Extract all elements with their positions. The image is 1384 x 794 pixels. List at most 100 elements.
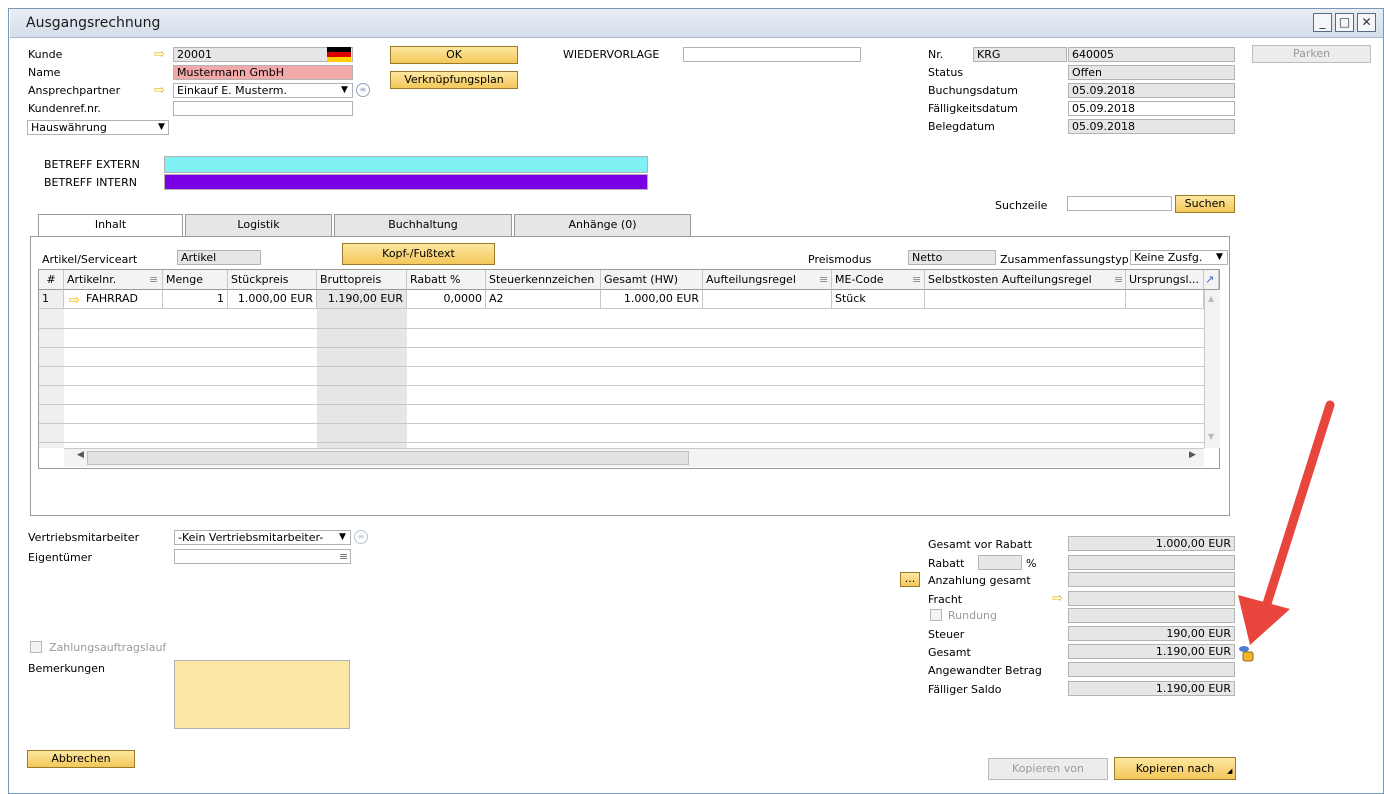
link-arrow-icon[interactable]: ⇨ bbox=[1052, 592, 1063, 605]
bemerkungen-field[interactable] bbox=[174, 660, 350, 729]
table-cell[interactable]: Stück bbox=[832, 290, 925, 309]
table-cell[interactable] bbox=[1126, 290, 1204, 309]
tab-logistik[interactable]: Logistik bbox=[185, 214, 332, 236]
table-cell[interactable]: 1.190,00 EUR bbox=[317, 290, 407, 309]
list-icon[interactable]: ≡ bbox=[356, 83, 370, 97]
zahlungsauftragslauf-checkbox[interactable] bbox=[30, 641, 42, 653]
scroll-down-icon[interactable]: ▼ bbox=[1208, 432, 1214, 441]
suchen-button[interactable]: Suchen bbox=[1175, 195, 1235, 213]
scroll-up-icon[interactable]: ▲ bbox=[1208, 294, 1214, 303]
tab-buchhaltung[interactable]: Buchhaltung bbox=[334, 214, 512, 236]
table-cell[interactable]: 0,0000 bbox=[407, 290, 486, 309]
eigentuemer-field[interactable] bbox=[174, 549, 351, 564]
column-menu-icon[interactable]: ≡ bbox=[912, 273, 921, 286]
scroll-left-icon[interactable]: ◀ bbox=[77, 450, 84, 460]
kopf-fusstext-button[interactable]: Kopf-/Fußtext bbox=[342, 243, 495, 265]
dropdown-corner-icon[interactable]: ◢ bbox=[1227, 767, 1232, 775]
maximize-button[interactable]: □ bbox=[1335, 13, 1354, 32]
chevron-down-icon[interactable]: ▼ bbox=[1216, 252, 1223, 262]
steuer-label: Steuer bbox=[928, 628, 965, 641]
col-header[interactable]: Menge bbox=[163, 270, 228, 290]
betreff-extern-field[interactable] bbox=[164, 156, 648, 173]
table-cell[interactable]: A2 bbox=[486, 290, 601, 309]
link-arrow-icon[interactable]: ⇨ bbox=[69, 294, 80, 307]
name-label: Name bbox=[28, 66, 61, 79]
link-arrow-icon[interactable]: ⇨ bbox=[154, 84, 165, 97]
col-header[interactable]: # bbox=[39, 270, 64, 290]
chevron-down-icon[interactable]: ▼ bbox=[341, 85, 348, 95]
ansprech-select[interactable]: Einkauf E. Musterm. bbox=[173, 83, 353, 98]
rundung-checkbox[interactable] bbox=[930, 609, 942, 621]
table-cell[interactable]: 1 bbox=[39, 290, 64, 309]
faelliger-saldo-field: 1.190,00 EUR bbox=[1068, 681, 1235, 696]
col-header[interactable]: Aufteilungsregel bbox=[703, 270, 832, 290]
betreff-intern-field[interactable] bbox=[164, 174, 648, 190]
col-header[interactable]: Steuerkennzeichen bbox=[486, 270, 601, 290]
fracht-field[interactable] bbox=[1068, 591, 1235, 606]
vertical-scrollbar[interactable] bbox=[1204, 290, 1220, 448]
col-header[interactable]: Gesamt (HW) bbox=[601, 270, 703, 290]
status-field: Offen bbox=[1068, 65, 1235, 80]
nr-field[interactable]: 640005 bbox=[1068, 47, 1235, 62]
col-header[interactable]: Ursprungsl... bbox=[1126, 270, 1204, 290]
artikel-serviceart-label: Artikel/Serviceart bbox=[42, 253, 138, 266]
table-cell[interactable]: 1 bbox=[163, 290, 228, 309]
minimize-button[interactable]: _ bbox=[1313, 13, 1332, 32]
vertrieb-label: Vertriebsmitarbeiter bbox=[28, 531, 140, 544]
list-icon[interactable]: ≡ bbox=[354, 530, 368, 544]
preismodus-field[interactable]: Netto bbox=[908, 250, 996, 265]
expand-icon[interactable]: ↗ bbox=[1204, 270, 1219, 290]
belegdatum-field[interactable]: 05.09.2018 bbox=[1068, 119, 1235, 134]
kundenref-label: Kundenref.nr. bbox=[28, 102, 101, 115]
rundung-field bbox=[1068, 608, 1235, 623]
items-table: # Artikelnr. Menge Stückpreis Bruttoprei… bbox=[38, 269, 1220, 469]
kundenref-field[interactable] bbox=[173, 101, 353, 116]
verknuepfungsplan-button[interactable]: Verknüpfungsplan bbox=[390, 71, 518, 89]
list-icon[interactable]: ≡ bbox=[339, 550, 348, 563]
tab-inhalt[interactable]: Inhalt bbox=[38, 214, 183, 237]
annotation-arrow-icon bbox=[1238, 400, 1335, 645]
anzahlung-button[interactable]: ... bbox=[900, 572, 920, 587]
chevron-down-icon[interactable]: ▼ bbox=[158, 122, 165, 132]
parken-button[interactable]: Parken bbox=[1252, 45, 1371, 63]
ok-button[interactable]: OK bbox=[390, 46, 518, 64]
kopieren-von-button[interactable]: Kopieren von bbox=[988, 758, 1108, 780]
col-header[interactable]: Stückpreis bbox=[228, 270, 317, 290]
rabatt-field bbox=[1068, 555, 1235, 570]
rabatt-percent-field[interactable] bbox=[978, 555, 1022, 570]
name-field[interactable]: Mustermann GmbH bbox=[173, 65, 353, 80]
wiedervorlage-field[interactable] bbox=[683, 47, 861, 62]
table-cell[interactable]: 1.000,00 EUR bbox=[228, 290, 317, 309]
faelliger-saldo-label: Fälliger Saldo bbox=[928, 683, 1002, 696]
abbrechen-button[interactable]: Abbrechen bbox=[27, 750, 135, 768]
table-cell[interactable] bbox=[925, 290, 1126, 309]
scroll-thumb[interactable] bbox=[87, 451, 689, 465]
table-cell[interactable] bbox=[703, 290, 832, 309]
faelligkeitsdatum-label: Fälligkeitsdatum bbox=[928, 102, 1018, 115]
zusammenfassungstyp-select[interactable]: Keine Zusfg. bbox=[1130, 250, 1228, 265]
close-button[interactable]: ✕ bbox=[1357, 13, 1376, 32]
col-header[interactable]: Selbstkosten Aufteilungsregel bbox=[925, 270, 1126, 290]
nr-series-field[interactable]: KRG bbox=[973, 47, 1067, 62]
link-arrow-icon[interactable]: ⇨ bbox=[154, 48, 165, 61]
artikel-serviceart-field[interactable]: Artikel bbox=[177, 250, 261, 265]
kunde-field[interactable]: 20001 bbox=[173, 47, 353, 62]
table-cell[interactable]: 1.000,00 EUR bbox=[601, 290, 703, 309]
rundung-label: Rundung bbox=[948, 609, 998, 622]
column-menu-icon[interactable]: ≡ bbox=[1114, 273, 1123, 286]
currency-select[interactable]: Hauswährung bbox=[27, 120, 169, 135]
kopieren-nach-button[interactable]: Kopieren nach bbox=[1114, 757, 1236, 780]
ansprech-label: Ansprechpartner bbox=[28, 84, 121, 97]
faelligkeitsdatum-field[interactable]: 05.09.2018 bbox=[1068, 101, 1235, 116]
vertrieb-select[interactable]: -Kein Vertriebsmitarbeiter- bbox=[174, 530, 351, 545]
gesamt-vor-rabatt-field: 1.000,00 EUR bbox=[1068, 536, 1235, 551]
column-menu-icon[interactable]: ≡ bbox=[819, 273, 828, 286]
chevron-down-icon[interactable]: ▼ bbox=[339, 532, 346, 542]
col-header[interactable]: Rabatt % bbox=[407, 270, 486, 290]
col-header[interactable]: Bruttopreis bbox=[317, 270, 407, 290]
scroll-right-icon[interactable]: ▶ bbox=[1189, 450, 1196, 460]
suchzeile-input[interactable] bbox=[1067, 196, 1172, 211]
buchungsdatum-field[interactable]: 05.09.2018 bbox=[1068, 83, 1235, 98]
tab-anhaenge[interactable]: Anhänge (0) bbox=[514, 214, 691, 236]
column-menu-icon[interactable]: ≡ bbox=[149, 273, 158, 286]
